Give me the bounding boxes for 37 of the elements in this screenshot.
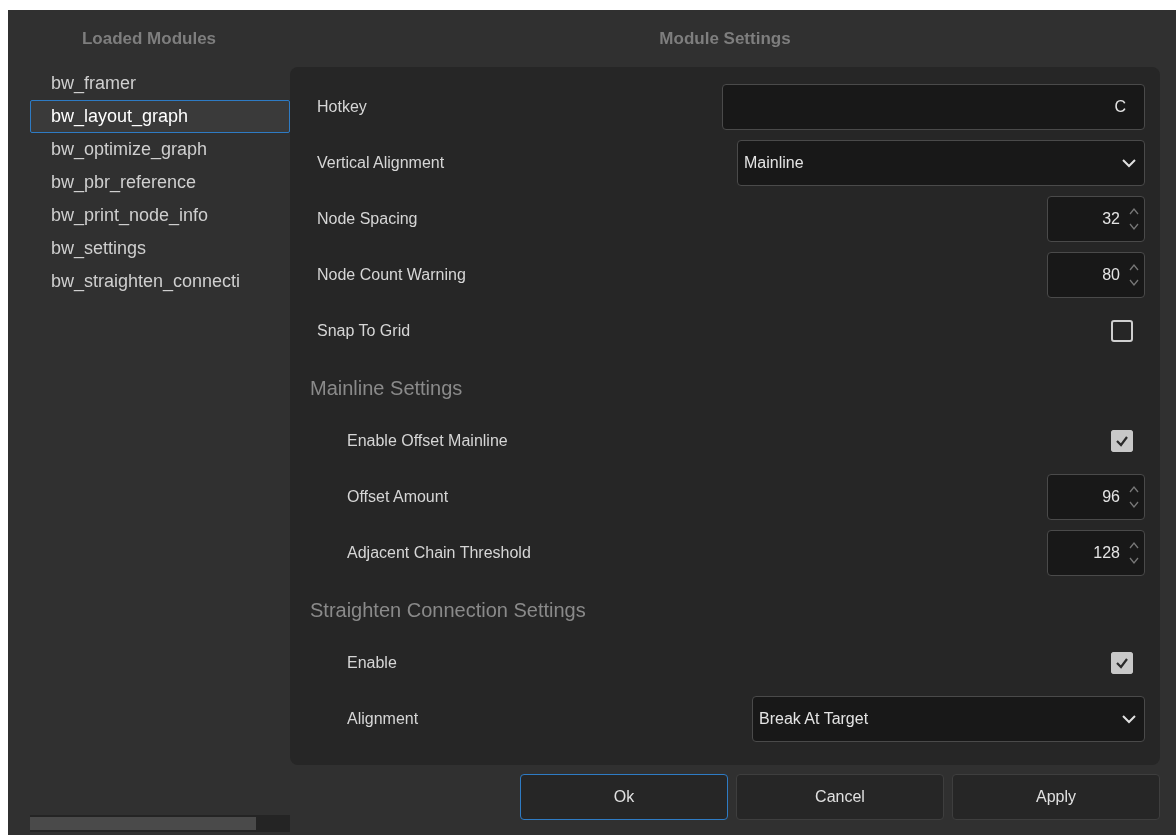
module-item[interactable]: bw_straighten_connecti <box>30 265 290 298</box>
field-label: Node Spacing <box>317 209 418 229</box>
number-spinbox[interactable]: 96 <box>1047 474 1145 520</box>
module-item[interactable]: bw_pbr_reference <box>30 166 290 199</box>
field-label: Snap To Grid <box>317 321 411 341</box>
dropdown[interactable]: Mainline <box>737 140 1145 186</box>
module-item[interactable]: bw_print_node_info <box>30 199 290 232</box>
checkbox[interactable] <box>1111 430 1133 452</box>
chevron-down-icon <box>1122 714 1136 724</box>
dialog-button[interactable]: Ok <box>520 774 728 820</box>
module-item[interactable]: bw_layout_graph <box>30 100 290 133</box>
section-heading: Straighten Connection Settings <box>310 598 587 623</box>
field-label: Enable Offset Mainline <box>347 431 508 451</box>
panel-heading: Module Settings <box>658 27 792 50</box>
section-heading: Mainline Settings <box>310 376 464 401</box>
field-label: Offset Amount <box>347 487 449 507</box>
module-item[interactable]: bw_settings <box>30 232 290 265</box>
module-item[interactable]: bw_framer <box>30 67 290 100</box>
field-label: Enable <box>347 653 397 673</box>
dropdown[interactable]: Break At Target <box>752 696 1145 742</box>
hotkey-field[interactable]: C <box>722 84 1145 130</box>
number-spinbox[interactable]: 128 <box>1047 530 1145 576</box>
chevron-down-icon <box>1122 158 1136 168</box>
field-label: Node Count Warning <box>317 265 466 285</box>
dialog-button[interactable]: Apply <box>952 774 1160 820</box>
module-item[interactable]: bw_optimize_graph <box>30 133 290 166</box>
checkbox[interactable] <box>1111 652 1133 674</box>
field-label: Adjacent Chain Threshold <box>347 543 531 563</box>
number-spinbox[interactable]: 32 <box>1047 196 1145 242</box>
list-heading: Loaded Modules <box>80 27 218 50</box>
field-label: Alignment <box>347 709 419 729</box>
field-label: Hotkey <box>317 97 367 117</box>
number-spinbox[interactable]: 80 <box>1047 252 1145 298</box>
field-label: Vertical Alignment <box>317 153 445 173</box>
dialog-button[interactable]: Cancel <box>736 774 944 820</box>
horizontal-scrollbar[interactable] <box>30 815 290 832</box>
checkbox[interactable] <box>1111 320 1133 342</box>
